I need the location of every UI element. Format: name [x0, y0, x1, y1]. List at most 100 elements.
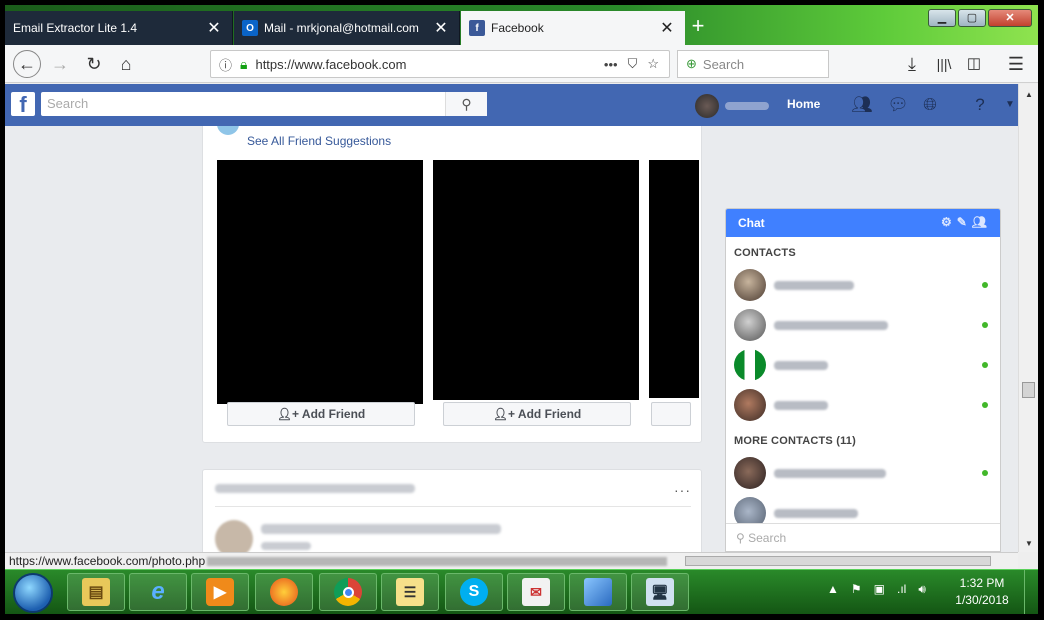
outlook-icon: O: [242, 20, 258, 36]
reload-icon[interactable]: ↻: [83, 53, 105, 75]
feed-post: ···: [202, 469, 702, 552]
tab-email-extractor[interactable]: Email Extractor Lite 1.4 ✕: [5, 11, 233, 45]
close-icon[interactable]: ✕: [204, 18, 224, 38]
show-hidden-icons-icon[interactable]: ▲: [827, 582, 839, 597]
profile-link[interactable]: [695, 94, 769, 118]
facebook-search-input[interactable]: Search: [41, 92, 487, 116]
post-options-icon[interactable]: ···: [674, 482, 691, 498]
scroll-down-icon[interactable]: ▼: [1019, 539, 1038, 548]
facebook-logo-icon[interactable]: f: [11, 92, 35, 117]
taskbar-network[interactable]: 🖥︎: [631, 573, 689, 611]
taskbar-ie[interactable]: e: [129, 573, 187, 611]
notifications-globe-icon[interactable]: 🌐︎: [919, 95, 941, 115]
post-time-blurred: [261, 542, 311, 550]
start-button[interactable]: [13, 573, 53, 613]
pocket-icon[interactable]: ⛉: [628, 56, 638, 72]
taskbar-chrome[interactable]: [319, 573, 377, 611]
forward-icon[interactable]: →: [49, 53, 71, 75]
avatar[interactable]: [695, 94, 719, 118]
contact-name-blurred: [774, 469, 886, 478]
add-friend-button[interactable]: [651, 402, 691, 426]
friend-suggestions-card: See All Friend Suggestions 👤︎+ Add Frien…: [202, 126, 702, 443]
suggestion-photo[interactable]: [217, 160, 423, 404]
taskbar-firefox[interactable]: [255, 573, 313, 611]
contact-item[interactable]: [726, 305, 1000, 345]
add-friend-button[interactable]: 👤︎+ Add Friend: [227, 402, 415, 426]
search-icon: ⚲: [736, 531, 749, 545]
library-icon[interactable]: |||\: [933, 53, 955, 75]
firefox-icon: [270, 578, 298, 606]
scrollbar-thumb[interactable]: [1022, 382, 1035, 398]
lock-icon[interactable]: 🔒︎: [240, 56, 247, 73]
profile-name-blurred[interactable]: [725, 102, 769, 110]
chat-search-input[interactable]: ⚲ Search: [726, 523, 1000, 551]
network-signal-icon[interactable]: .ıl: [897, 582, 906, 597]
avatar: [734, 457, 766, 489]
power-icon[interactable]: ▣: [874, 582, 885, 597]
avatar[interactable]: [215, 520, 253, 552]
chat-header[interactable]: Chat ⚙✎👥︎: [726, 209, 1000, 237]
download-icon[interactable]: ⤓: [901, 53, 923, 75]
clock-time: 1:32 PM: [959, 576, 1005, 590]
close-icon[interactable]: ✕: [657, 18, 677, 38]
email-icon: ✉: [522, 578, 550, 606]
sidebar-icon[interactable]: ◫: [963, 53, 985, 75]
scrollbar-thumb[interactable]: [685, 556, 991, 566]
horizontal-scrollbar[interactable]: [685, 552, 1018, 569]
create-group-icon[interactable]: 👥︎: [972, 215, 992, 229]
page-actions-icon[interactable]: •••: [604, 57, 618, 72]
contact-item[interactable]: [726, 453, 1000, 493]
help-icon[interactable]: ?: [969, 95, 991, 115]
taskbar-skype[interactable]: S: [445, 573, 503, 611]
flag-icon[interactable]: ⚑: [851, 582, 862, 597]
taskbar-app[interactable]: ☰: [381, 573, 439, 611]
tab-title: Mail - mrkjonal@hotmail.com: [264, 21, 419, 35]
url-text[interactable]: https://www.facebook.com: [255, 57, 603, 72]
facebook-icon: f: [469, 20, 485, 36]
bookmark-star-icon[interactable]: ☆: [647, 56, 659, 72]
show-desktop-button[interactable]: [1024, 570, 1038, 614]
compose-icon[interactable]: ✎: [957, 215, 972, 229]
tab-mail[interactable]: O Mail - mrkjonal@hotmail.com ✕: [234, 11, 460, 45]
taskbar-media[interactable]: ▶: [191, 573, 249, 611]
search-icon[interactable]: ⚲: [445, 92, 487, 116]
close-window-button[interactable]: ✕: [988, 9, 1032, 27]
suggestion-photo[interactable]: [649, 160, 699, 398]
contact-item[interactable]: [726, 265, 1000, 305]
see-all-suggestions-link[interactable]: See All Friend Suggestions: [247, 134, 391, 148]
taskbar-email[interactable]: ✉: [507, 573, 565, 611]
clock[interactable]: 1:32 PM 1/30/2018: [951, 575, 1013, 609]
tab-title: Facebook: [491, 21, 544, 35]
volume-icon[interactable]: 🔊︎: [918, 582, 926, 597]
contact-item[interactable]: [726, 385, 1000, 425]
menu-icon[interactable]: ☰: [1005, 53, 1027, 75]
search-engine-icon[interactable]: ⊕: [686, 56, 697, 72]
chat-title: Chat: [738, 216, 765, 230]
taskbar-app2[interactable]: [569, 573, 627, 611]
status-url: https://www.facebook.com/photo.php: [9, 554, 206, 568]
info-icon[interactable]: ⓘ: [219, 55, 232, 74]
url-bar[interactable]: ⓘ 🔒︎ https://www.facebook.com ••• ⛉ ☆: [210, 50, 670, 78]
contact-item[interactable]: [726, 345, 1000, 385]
link-status-bar: https://www.facebook.com/photo.php: [5, 552, 685, 569]
minimize-button[interactable]: ▁: [928, 9, 956, 27]
scroll-up-icon[interactable]: ▲: [1019, 90, 1038, 99]
new-tab-button[interactable]: +: [685, 13, 711, 39]
maximize-button[interactable]: ▢: [958, 9, 986, 27]
suggestion-photo[interactable]: [433, 160, 639, 400]
home-link[interactable]: Home: [787, 97, 820, 111]
taskbar-explorer[interactable]: ▤: [67, 573, 125, 611]
online-indicator-icon: [982, 402, 988, 408]
tab-facebook[interactable]: f Facebook ✕: [461, 11, 685, 45]
add-friend-button[interactable]: 👤︎+ Add Friend: [443, 402, 631, 426]
search-bar[interactable]: ⊕ Search: [677, 50, 829, 78]
messenger-icon[interactable]: 💬︎: [887, 95, 909, 115]
contact-name-blurred: [774, 281, 854, 290]
back-icon[interactable]: ←: [13, 50, 41, 78]
vertical-scrollbar[interactable]: ▲ ▼: [1018, 84, 1038, 552]
gear-icon[interactable]: ⚙: [941, 215, 957, 229]
close-icon[interactable]: ✕: [431, 18, 451, 38]
more-contacts-header: MORE CONTACTS (11): [734, 435, 856, 447]
home-icon[interactable]: ⌂: [115, 53, 137, 75]
friend-requests-icon[interactable]: 👥︎: [851, 95, 873, 115]
